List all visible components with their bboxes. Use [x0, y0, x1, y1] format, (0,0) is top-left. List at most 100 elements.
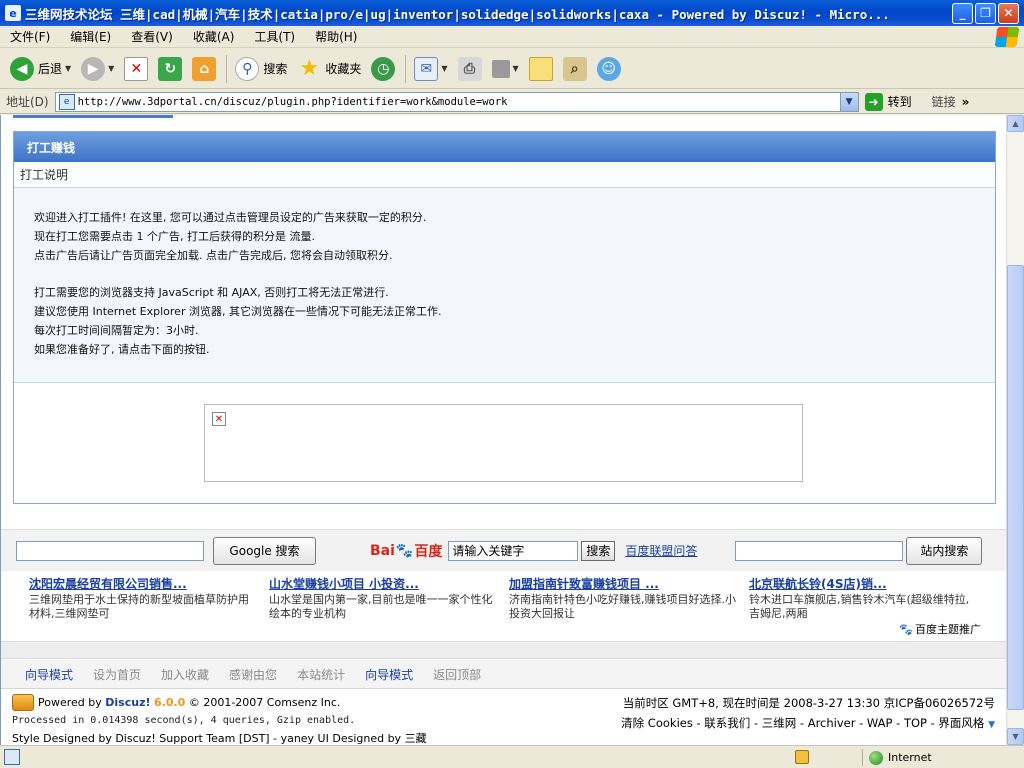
baidu-qa-link[interactable]: 百度联盟问答 [625, 542, 697, 559]
menu-edit[interactable]: 编辑(E) [60, 28, 121, 45]
search-icon: ⚲ [235, 56, 260, 81]
baidu-paw-icon: 🐾 [395, 542, 414, 559]
nav-add-favorite[interactable]: 加入收藏 [161, 666, 209, 683]
windows-logo-icon [994, 27, 1020, 47]
site-search-input[interactable] [735, 540, 904, 561]
messenger-icon: ☺ [596, 56, 621, 81]
nav-thanks[interactable]: 感谢由您 [229, 666, 277, 683]
ie-icon: e [5, 5, 21, 21]
search-button[interactable]: ⚲ 搜索 [231, 53, 291, 85]
footer-links[interactable]: 清除 Cookies - 联系我们 - 三维网 - Archiver - WAP… [621, 713, 995, 733]
menu-help[interactable]: 帮助(H) [305, 28, 367, 45]
google-search-button[interactable]: Google 搜索 [213, 536, 316, 565]
ad-frame[interactable]: ✕ [204, 404, 803, 482]
google-search-input[interactable] [16, 540, 204, 561]
site-search-button[interactable]: 站内搜索 [906, 536, 983, 565]
discuss-button[interactable] [525, 53, 557, 85]
ad-desc: 济南指南针特色小吃好赚钱,赚钱项目好选择.小投资大回报让 [509, 593, 736, 620]
ad-title[interactable]: 沈阳宏晨经贸有限公司销售... [29, 575, 259, 592]
research-button[interactable]: ⌕ [559, 53, 591, 85]
breadcrumb-remnant [13, 115, 173, 118]
favorites-button[interactable]: ★ 收藏夹 [293, 53, 365, 85]
history-icon: ◷ [371, 56, 396, 81]
globe-icon [869, 750, 883, 765]
nav-statistics[interactable]: 本站统计 [297, 666, 345, 683]
nav-guide-mode-2[interactable]: 向导模式 [365, 666, 413, 683]
note-icon [528, 56, 553, 81]
forward-dropdown-icon[interactable]: ▼ [108, 64, 114, 73]
ad-item[interactable]: 北京联航长铃(4S店)销... 铃木进口车旗舰店,销售铃木汽车(超级维特拉,吉姆… [749, 575, 979, 621]
vertical-scrollbar[interactable]: ▲ ▼ [1006, 115, 1024, 745]
printer-icon: ⎙ [457, 56, 482, 81]
nav-set-homepage[interactable]: 设为首页 [93, 666, 141, 683]
menu-bar: 文件(F) 编辑(E) 查看(V) 收藏(A) 工具(T) 帮助(H) [0, 26, 1024, 48]
security-icon [795, 750, 809, 764]
search-strip: Google 搜索 Bai 🐾 百度 请输入关键字 搜索 百度联盟问答 站内搜索 [1, 529, 1006, 571]
ad-item[interactable]: 加盟指南针致富赚钱项目 ... 济南指南针特色小吃好赚钱,赚钱项目好选择.小投资… [509, 575, 739, 621]
footer-nav: 向导模式 设为首页 加入收藏 感谢由您 本站统计 向导模式 返回顶部 [1, 660, 1006, 688]
work-panel: 打工赚钱 打工说明 欢迎进入打工插件! 在这里, 您可以通过点击管理员设定的广告… [13, 131, 996, 504]
ad-title[interactable]: 北京联航长铃(4S店)销... [749, 575, 979, 592]
panel-title: 打工赚钱 [14, 132, 995, 162]
page-viewport: 打工赚钱 打工说明 欢迎进入打工插件! 在这里, 您可以通过点击管理员设定的广告… [0, 115, 1006, 745]
edit-icon [491, 59, 510, 78]
links-toolbar[interactable]: 链接 [932, 93, 956, 110]
go-button[interactable]: ➜ 转到 [864, 92, 912, 111]
menu-view[interactable]: 查看(V) [121, 28, 183, 45]
instruction-line: 打工需要您的浏览器支持 JavaScript 和 AJAX, 否则打工将无法正常… [34, 286, 389, 299]
ad-desc: 铃木进口车旗舰店,销售铃木汽车(超级维特拉,吉姆尼,两厢 [749, 593, 970, 620]
ad-item[interactable]: 沈阳宏晨经贸有限公司销售... 三维网垫用于水土保持的新型坡面植草防护用材料,三… [29, 575, 259, 621]
back-arrow-icon: ◀ [10, 56, 34, 81]
scroll-up-icon[interactable]: ▲ [1007, 115, 1024, 132]
ad-title[interactable]: 山水堂赚钱小项目 小投资... [269, 575, 499, 592]
back-dropdown-icon[interactable]: ▼ [65, 64, 71, 73]
status-bar: Internet [0, 745, 1024, 768]
discuz-version: 6.0.0 [154, 695, 186, 709]
stop-button[interactable]: ✕ [120, 53, 152, 85]
back-button[interactable]: ◀ 后退 ▼ [6, 53, 75, 85]
window-title: 三维网技术论坛 三维|cad|机械|汽车|技术|catia|pro/e|ug|i… [25, 6, 890, 22]
forward-button[interactable]: ▶ ▼ [77, 53, 118, 85]
processed-info: Processed in 0.014398 second(s), 4 queri… [12, 714, 356, 726]
menu-favorites[interactable]: 收藏(A) [183, 28, 245, 45]
go-arrow-icon: ➜ [864, 92, 883, 111]
messenger-button[interactable]: ☺ [593, 53, 625, 85]
chevron-right-icon[interactable]: » [962, 95, 970, 109]
history-button[interactable]: ◷ [367, 53, 399, 85]
nav-guide-mode[interactable]: 向导模式 [25, 666, 73, 683]
baidu-paw-icon: 🐾 [899, 622, 913, 636]
style-credits: Style Designed by Discuz! Support Team [… [12, 732, 427, 745]
page-status-icon [4, 749, 20, 765]
chevron-down-icon: ▼ [988, 720, 995, 730]
page-icon: e [58, 93, 75, 110]
home-button[interactable]: ⌂ [188, 53, 220, 85]
discuz-link[interactable]: Discuz! [105, 696, 150, 709]
restore-button[interactable]: ❐ [975, 2, 996, 24]
baidu-search-button[interactable]: 搜索 [581, 540, 616, 561]
print-button[interactable]: ⎙ [454, 53, 486, 85]
ad-item[interactable]: 山水堂赚钱小项目 小投资... 山水堂是国内第一家,目前也是唯一一家个性化绘本的… [269, 575, 499, 621]
baidu-promo-link[interactable]: 🐾 百度主题推广 [899, 621, 981, 637]
ad-desc: 山水堂是国内第一家,目前也是唯一一家个性化绘本的专业机构 [269, 593, 493, 620]
menu-file[interactable]: 文件(F) [0, 28, 60, 45]
address-url: http://www.3dportal.cn/discuz/plugin.php… [77, 95, 508, 108]
refresh-icon: ↻ [158, 56, 183, 81]
instruction-line: 点击广告后请让广告页面完全加载. 点击广告完成后, 您将会自动领取积分. [34, 249, 393, 262]
minimize-button[interactable]: _ [952, 2, 973, 24]
scroll-down-icon[interactable]: ▼ [1007, 728, 1024, 745]
sponsored-ads: 沈阳宏晨经贸有限公司销售... 三维网垫用于水土保持的新型坡面植草防护用材料,三… [1, 573, 1006, 641]
close-button[interactable]: ✕ [998, 2, 1019, 24]
ad-title[interactable]: 加盟指南针致富赚钱项目 ... [509, 575, 739, 592]
edit-button[interactable]: ▼ [488, 53, 523, 85]
mail-icon: ✉ [414, 56, 439, 81]
refresh-button[interactable]: ↻ [154, 53, 186, 85]
baidu-search-input[interactable]: 请输入关键字 [448, 540, 579, 561]
title-bar: e 三维网技术论坛 三维|cad|机械|汽车|技术|catia|pro/e|ug… [0, 0, 1024, 26]
menu-tools[interactable]: 工具(T) [244, 28, 305, 45]
instruction-line: 每次打工时间间隔暂定为：3小时. [34, 324, 199, 337]
nav-back-to-top[interactable]: 返回顶部 [433, 666, 481, 683]
scroll-thumb[interactable] [1007, 265, 1024, 710]
address-dropdown-icon[interactable]: ▼ [839, 92, 858, 111]
address-input[interactable]: e http://www.3dportal.cn/discuz/plugin.p… [54, 91, 859, 112]
mail-button[interactable]: ✉ ▼ [410, 53, 451, 85]
